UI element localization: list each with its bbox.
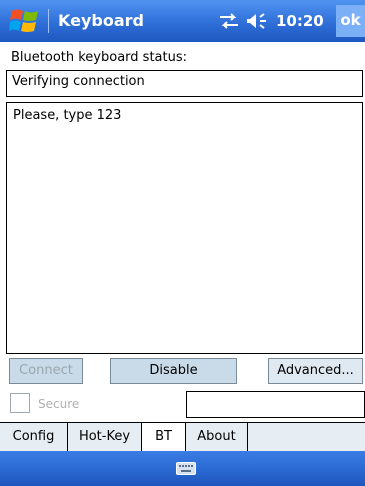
ok-button[interactable]: ok [336,5,365,37]
tab-bt[interactable]: BT [142,423,186,451]
status-field: Verifying connection [6,70,363,97]
windows-flag-icon[interactable] [9,6,41,36]
tab-about[interactable]: About [186,423,248,451]
disable-button[interactable]: Disable [110,358,237,384]
tab-bar: Config Hot-Key BT About [0,422,365,452]
secure-label: Secure [38,397,80,411]
bottom-menu-bar [0,451,365,486]
title-bar: Keyboard 10:20 ok [0,0,365,42]
status-label: Bluetooth keyboard status: [11,50,187,65]
connectivity-arrows-icon[interactable] [218,11,240,31]
keyboard-input-area[interactable]: Please, type 123 [6,102,363,354]
secure-input[interactable] [186,391,365,418]
keyboard-icon[interactable] [176,462,196,475]
advanced-button[interactable]: Advanced... [268,358,363,384]
connect-button[interactable]: Connect [9,358,83,384]
title-separator [48,9,49,33]
clock[interactable]: 10:20 [276,12,324,30]
tab-config[interactable]: Config [0,423,68,451]
tab-hot-key[interactable]: Hot-Key [68,423,142,451]
secure-checkbox[interactable] [10,393,30,413]
tab-bar-filler [248,423,365,451]
app-title: Keyboard [58,11,144,30]
speaker-volume-icon[interactable] [246,11,270,31]
